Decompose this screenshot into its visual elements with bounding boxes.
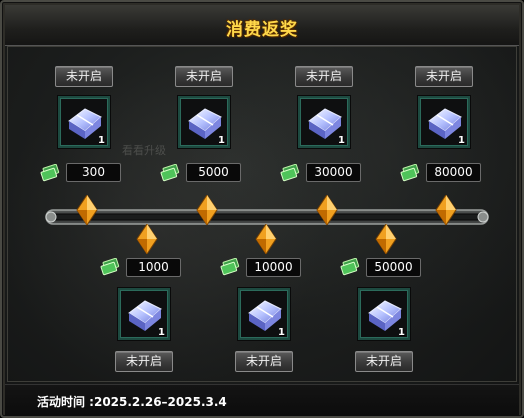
item-quantity: 1 <box>398 327 405 338</box>
reward-slot[interactable]: 1 <box>238 288 290 340</box>
tier-status-button[interactable]: 未开启 <box>235 351 293 372</box>
title-bar: 消费返奖 <box>5 5 519 46</box>
tier-status-button[interactable]: 未开启 <box>55 66 113 87</box>
background-text: 看看升级 <box>122 144 166 157</box>
tier-status-button[interactable]: 未开启 <box>415 66 473 87</box>
gem-marker-icon <box>375 224 397 254</box>
money-icon <box>160 164 180 182</box>
item-quantity: 1 <box>278 327 285 338</box>
tier-status-button[interactable]: 未开启 <box>175 66 233 87</box>
money-icon <box>100 258 120 276</box>
item-quantity: 1 <box>458 135 465 146</box>
reward-slot[interactable]: 1 <box>58 96 110 148</box>
gem-marker-icon <box>255 224 277 254</box>
item-quantity: 1 <box>158 327 165 338</box>
tier-status-button[interactable]: 未开启 <box>295 66 353 87</box>
spend-threshold: 300 <box>66 163 121 182</box>
item-quantity: 1 <box>98 135 105 146</box>
panel-title: 消费返奖 <box>226 20 298 40</box>
item-quantity: 1 <box>218 135 225 146</box>
item-quantity: 1 <box>338 135 345 146</box>
reward-slot[interactable]: 1 <box>298 96 350 148</box>
money-icon <box>40 164 60 182</box>
spend-threshold: 80000 <box>426 163 481 182</box>
money-icon <box>220 258 240 276</box>
gem-marker-icon <box>136 224 158 254</box>
footer-bar: 活动时间 :2025.2.26–2025.3.4 <box>5 384 519 416</box>
gem-marker-icon <box>435 195 457 225</box>
spend-threshold: 5000 <box>186 163 241 182</box>
activity-time: 活动时间 :2025.2.26–2025.3.4 <box>37 395 227 409</box>
reward-panel: 消费返奖 看看升级 未开启 未开启 未开启 未开启 1 1 1 1 300 50… <box>0 0 524 418</box>
money-icon <box>280 164 300 182</box>
reward-slot[interactable]: 1 <box>358 288 410 340</box>
spend-threshold: 30000 <box>306 163 361 182</box>
spend-threshold: 50000 <box>366 258 421 277</box>
reward-slot[interactable]: 1 <box>178 96 230 148</box>
spend-threshold: 1000 <box>126 258 181 277</box>
tier-status-button[interactable]: 未开启 <box>115 351 173 372</box>
gem-marker-icon <box>76 195 98 225</box>
reward-slot[interactable]: 1 <box>118 288 170 340</box>
money-icon <box>400 164 420 182</box>
gem-marker-icon <box>196 195 218 225</box>
tier-status-button[interactable]: 未开启 <box>355 351 413 372</box>
spend-threshold: 10000 <box>246 258 301 277</box>
reward-slot[interactable]: 1 <box>418 96 470 148</box>
gem-marker-icon <box>316 195 338 225</box>
money-icon <box>340 258 360 276</box>
